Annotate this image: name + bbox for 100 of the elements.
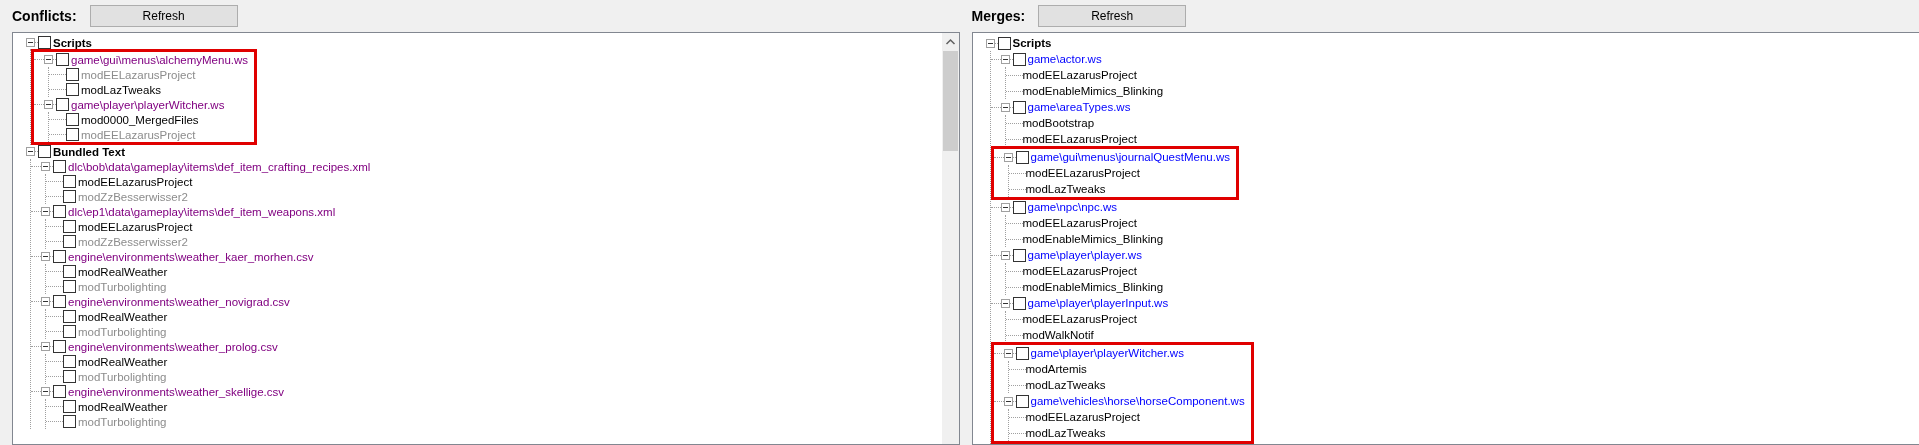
mod-name[interactable]: modBootstrap xyxy=(1022,117,1095,129)
file-path[interactable]: engine\environments\weather_kaer_morhen.csv xyxy=(68,250,314,263)
file-path[interactable]: dlc\ep1\data\gameplay\items\def_item_weapons.xml xyxy=(68,205,336,218)
collapse-icon[interactable] xyxy=(44,100,53,109)
mod-name[interactable]: modWalkNotif xyxy=(1022,329,1094,341)
collapse-icon[interactable] xyxy=(41,387,50,396)
mod-name[interactable]: modLazTweaks xyxy=(1025,379,1106,391)
collapse-icon[interactable] xyxy=(1003,348,1013,358)
mod-name[interactable]: modEELazarusProject xyxy=(1022,217,1137,229)
checkbox[interactable] xyxy=(53,205,66,218)
mod-name[interactable]: modLazTweaks xyxy=(1025,183,1106,195)
checkbox[interactable] xyxy=(1012,52,1026,66)
category-label[interactable]: Scripts xyxy=(53,36,92,49)
category-label[interactable]: Bundled Text xyxy=(53,145,125,158)
file-path[interactable]: game\areaTypes.ws xyxy=(1027,101,1131,113)
checkbox[interactable] xyxy=(53,250,66,263)
checkbox[interactable] xyxy=(38,145,51,158)
file-path[interactable]: game\player\playerWitcher.ws xyxy=(71,98,225,111)
mod-name[interactable]: modZzBesserwisser2 xyxy=(78,235,188,248)
checkbox[interactable] xyxy=(53,295,66,308)
mod-name[interactable]: modEnableMimics_Blinking xyxy=(1022,85,1164,97)
mod-name[interactable]: modZzBesserwisser2 xyxy=(78,190,188,203)
checkbox[interactable] xyxy=(1012,248,1026,262)
mod-name[interactable]: modRealWeather xyxy=(78,310,168,323)
collapse-icon[interactable] xyxy=(1000,202,1010,212)
mod-name[interactable]: modEELazarusProject xyxy=(1022,69,1137,81)
checkbox[interactable] xyxy=(63,400,76,413)
checkbox[interactable] xyxy=(1012,100,1026,114)
checkbox[interactable] xyxy=(53,385,66,398)
file-path[interactable]: dlc\bob\data\gameplay\items\def_item_crafting_recipes.xml xyxy=(68,160,371,173)
collapse-icon[interactable] xyxy=(41,342,50,351)
checkbox[interactable] xyxy=(1015,150,1029,164)
collapse-icon[interactable] xyxy=(41,162,50,171)
checkbox[interactable] xyxy=(1012,200,1026,214)
checkbox[interactable] xyxy=(63,235,76,248)
mod-name[interactable]: modLazTweaks xyxy=(1025,427,1106,439)
checkbox[interactable] xyxy=(1012,296,1026,310)
mod-name[interactable]: modRealWeather xyxy=(78,265,168,278)
collapse-icon[interactable] xyxy=(1000,54,1010,64)
file-path[interactable]: engine\environments\weather_prolog.csv xyxy=(68,340,278,353)
checkbox[interactable] xyxy=(63,415,76,428)
mod-name[interactable]: modTurbolighting xyxy=(78,370,167,383)
mod-name[interactable]: modArtemis xyxy=(1025,363,1087,375)
collapse-icon[interactable] xyxy=(1000,298,1010,308)
mod-name[interactable]: modLazTweaks xyxy=(81,83,161,96)
collapse-icon[interactable] xyxy=(1000,102,1010,112)
mod-name[interactable]: modEELazarusProject xyxy=(81,128,196,141)
checkbox[interactable] xyxy=(997,36,1011,50)
mod-name[interactable]: modTurbolighting xyxy=(78,325,167,338)
collapse-icon[interactable] xyxy=(1003,152,1013,162)
file-path[interactable]: game\gui\menus\journalQuestMenu.ws xyxy=(1030,151,1230,163)
checkbox[interactable] xyxy=(63,190,76,203)
mod-name[interactable]: modRealWeather xyxy=(78,400,168,413)
collapse-icon[interactable] xyxy=(41,207,50,216)
file-path[interactable]: game\actor.ws xyxy=(1027,53,1102,65)
collapse-icon[interactable] xyxy=(26,38,35,47)
file-path[interactable]: engine\environments\weather_novigrad.csv xyxy=(68,295,290,308)
checkbox[interactable] xyxy=(66,68,79,81)
checkbox[interactable] xyxy=(1015,394,1029,408)
collapse-icon[interactable] xyxy=(41,297,50,306)
checkbox[interactable] xyxy=(63,220,76,233)
mod-name[interactable]: modTurbolighting xyxy=(78,280,167,293)
collapse-icon[interactable] xyxy=(44,55,53,64)
mod-name[interactable]: modTurbolighting xyxy=(78,415,167,428)
file-path[interactable]: engine\environments\weather_skellige.csv xyxy=(68,385,285,398)
collapse-icon[interactable] xyxy=(41,252,50,261)
collapse-icon[interactable] xyxy=(1003,396,1013,406)
checkbox[interactable] xyxy=(63,310,76,323)
category-label[interactable]: Scripts xyxy=(1012,37,1052,49)
checkbox[interactable] xyxy=(63,325,76,338)
checkbox[interactable] xyxy=(66,113,79,126)
file-path[interactable]: game\npc\npc.ws xyxy=(1027,201,1117,213)
checkbox[interactable] xyxy=(63,370,76,383)
refresh-button[interactable]: Refresh xyxy=(89,5,238,27)
collapse-icon[interactable] xyxy=(26,147,35,156)
collapse-icon[interactable] xyxy=(985,38,995,48)
file-path[interactable]: game\player\playerWitcher.ws xyxy=(1030,347,1184,359)
mod-name[interactable]: modEnableMimics_Blinking xyxy=(1022,233,1164,245)
checkbox[interactable] xyxy=(63,265,76,278)
file-path[interactable]: game\vehicles\horse\horseComponent.ws xyxy=(1030,395,1245,407)
mod-name[interactable]: modEELazarusProject xyxy=(1022,133,1137,145)
checkbox[interactable] xyxy=(66,83,79,96)
checkbox[interactable] xyxy=(63,175,76,188)
checkbox[interactable] xyxy=(56,98,69,111)
file-path[interactable]: game\player\playerInput.ws xyxy=(1027,297,1169,309)
checkbox[interactable] xyxy=(1015,346,1029,360)
checkbox[interactable] xyxy=(53,160,66,173)
file-path[interactable]: game\gui\menus\alchemyMenu.ws xyxy=(71,53,249,66)
mod-name[interactable]: modEELazarusProject xyxy=(1025,167,1140,179)
mod-name[interactable]: modEELazarusProject xyxy=(1022,313,1137,325)
refresh-button[interactable]: Refresh xyxy=(1038,5,1187,27)
mod-name[interactable]: modEELazarusProject xyxy=(81,68,196,81)
checkbox[interactable] xyxy=(56,53,69,66)
mod-name[interactable]: modEELazarusProject xyxy=(1022,265,1137,277)
scrollbar-drawing[interactable] xyxy=(941,33,959,444)
checkbox[interactable] xyxy=(63,280,76,293)
checkbox[interactable] xyxy=(38,36,51,49)
mod-name[interactable]: mod0000_MergedFiles xyxy=(81,113,199,126)
mod-name[interactable]: modEELazarusProject xyxy=(78,220,193,233)
checkbox[interactable] xyxy=(53,340,66,353)
